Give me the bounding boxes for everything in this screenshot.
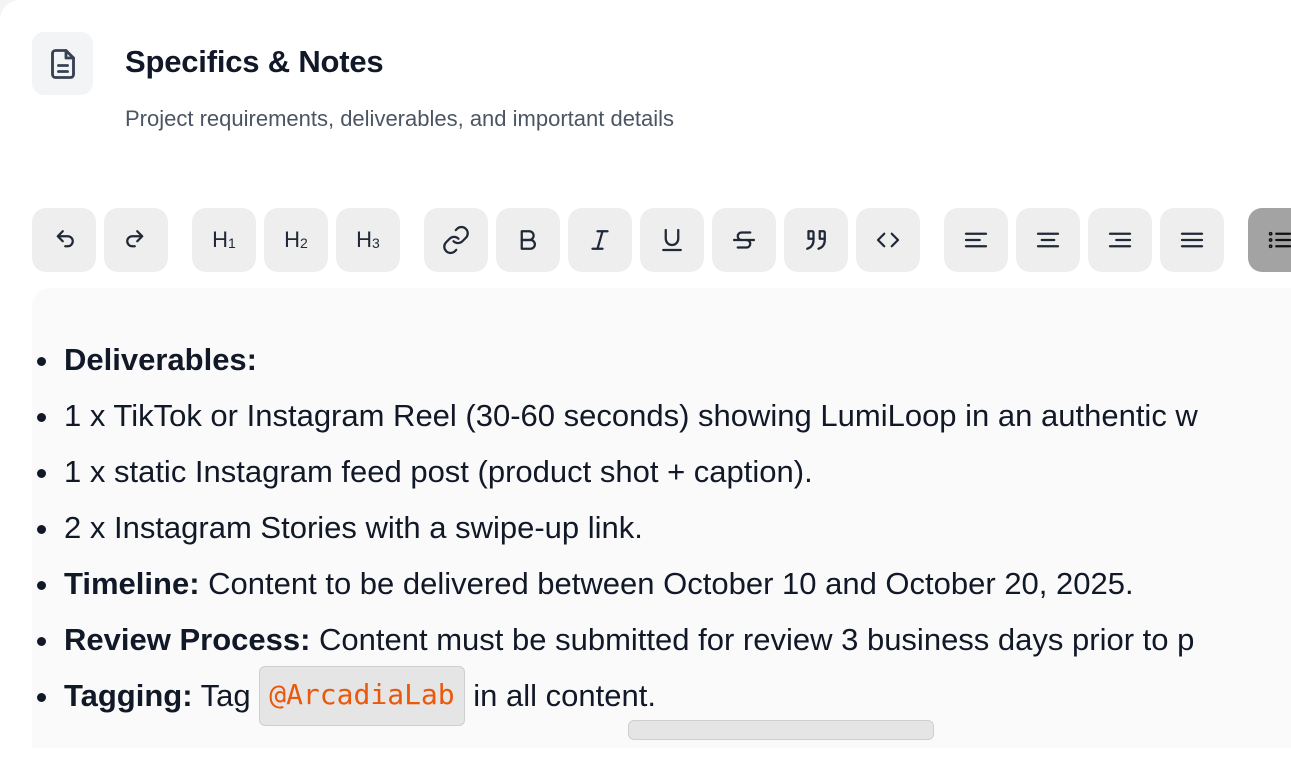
undo-button[interactable] [32,208,96,272]
bullet-list: Deliverables: 1 x TikTok or Instagram Re… [32,328,1291,726]
editor-content[interactable]: Deliverables: 1 x TikTok or Instagram Re… [32,328,1291,726]
align-right-button[interactable] [1088,208,1152,272]
undo-icon [56,230,74,248]
italic-icon [591,230,609,250]
list-item: Review Process: Content must be submitte… [32,608,1291,664]
rich-text-editor[interactable]: Deliverables: 1 x TikTok or Instagram Re… [32,288,1291,748]
heading-2-label: H2 [284,227,308,252]
quote-icon [806,230,826,250]
align-right-icon [1108,232,1132,248]
redo-icon [126,230,144,248]
align-left-button[interactable] [944,208,1008,272]
bullet-list-icon [1268,231,1291,249]
underline-icon [662,228,682,252]
align-left-icon [964,232,988,248]
list-item: Tagging: Tag @ArcadiaLab in all content. [32,664,1291,726]
strikethrough-button[interactable] [712,208,776,272]
strikethrough-icon [732,231,756,249]
quote-button[interactable] [784,208,848,272]
align-justify-icon [1180,232,1204,248]
heading-1-label: H1 [212,227,236,252]
specifics-notes-card: Specifics & Notes Project requirements, … [0,0,1291,760]
redo-button[interactable] [104,208,168,272]
list-item: 2 x Instagram Stories with a swipe-up li… [32,496,1291,552]
section-title: Specifics & Notes [125,44,384,79]
mention-tag-partial[interactable] [628,720,934,740]
italic-button[interactable] [568,208,632,272]
bold-icon [520,230,536,250]
align-center-icon [1036,232,1060,248]
list-item: 1 x TikTok or Instagram Reel (30-60 seco… [32,384,1291,440]
align-justify-button[interactable] [1160,208,1224,272]
underline-button[interactable] [640,208,704,272]
section-subtitle: Project requirements, deliverables, and … [125,106,675,131]
align-center-button[interactable] [1016,208,1080,272]
heading-2-button[interactable]: H2 [264,208,328,272]
mention-tag[interactable]: @ArcadiaLab [259,666,465,726]
heading-3-label: H3 [356,227,380,252]
bullet-list-button[interactable] [1248,208,1291,272]
code-button[interactable] [856,208,920,272]
code-icon [876,232,900,248]
list-item: Deliverables: [32,328,1291,384]
link-button[interactable] [424,208,488,272]
list-item: Timeline: Content to be delivered betwee… [32,552,1291,608]
bold-button[interactable] [496,208,560,272]
link-icon [443,225,469,255]
list-item: 1 x static Instagram feed post (product … [32,440,1291,496]
heading-3-button[interactable]: H3 [336,208,400,272]
document-icon [32,32,93,95]
heading-1-button[interactable]: H1 [192,208,256,272]
